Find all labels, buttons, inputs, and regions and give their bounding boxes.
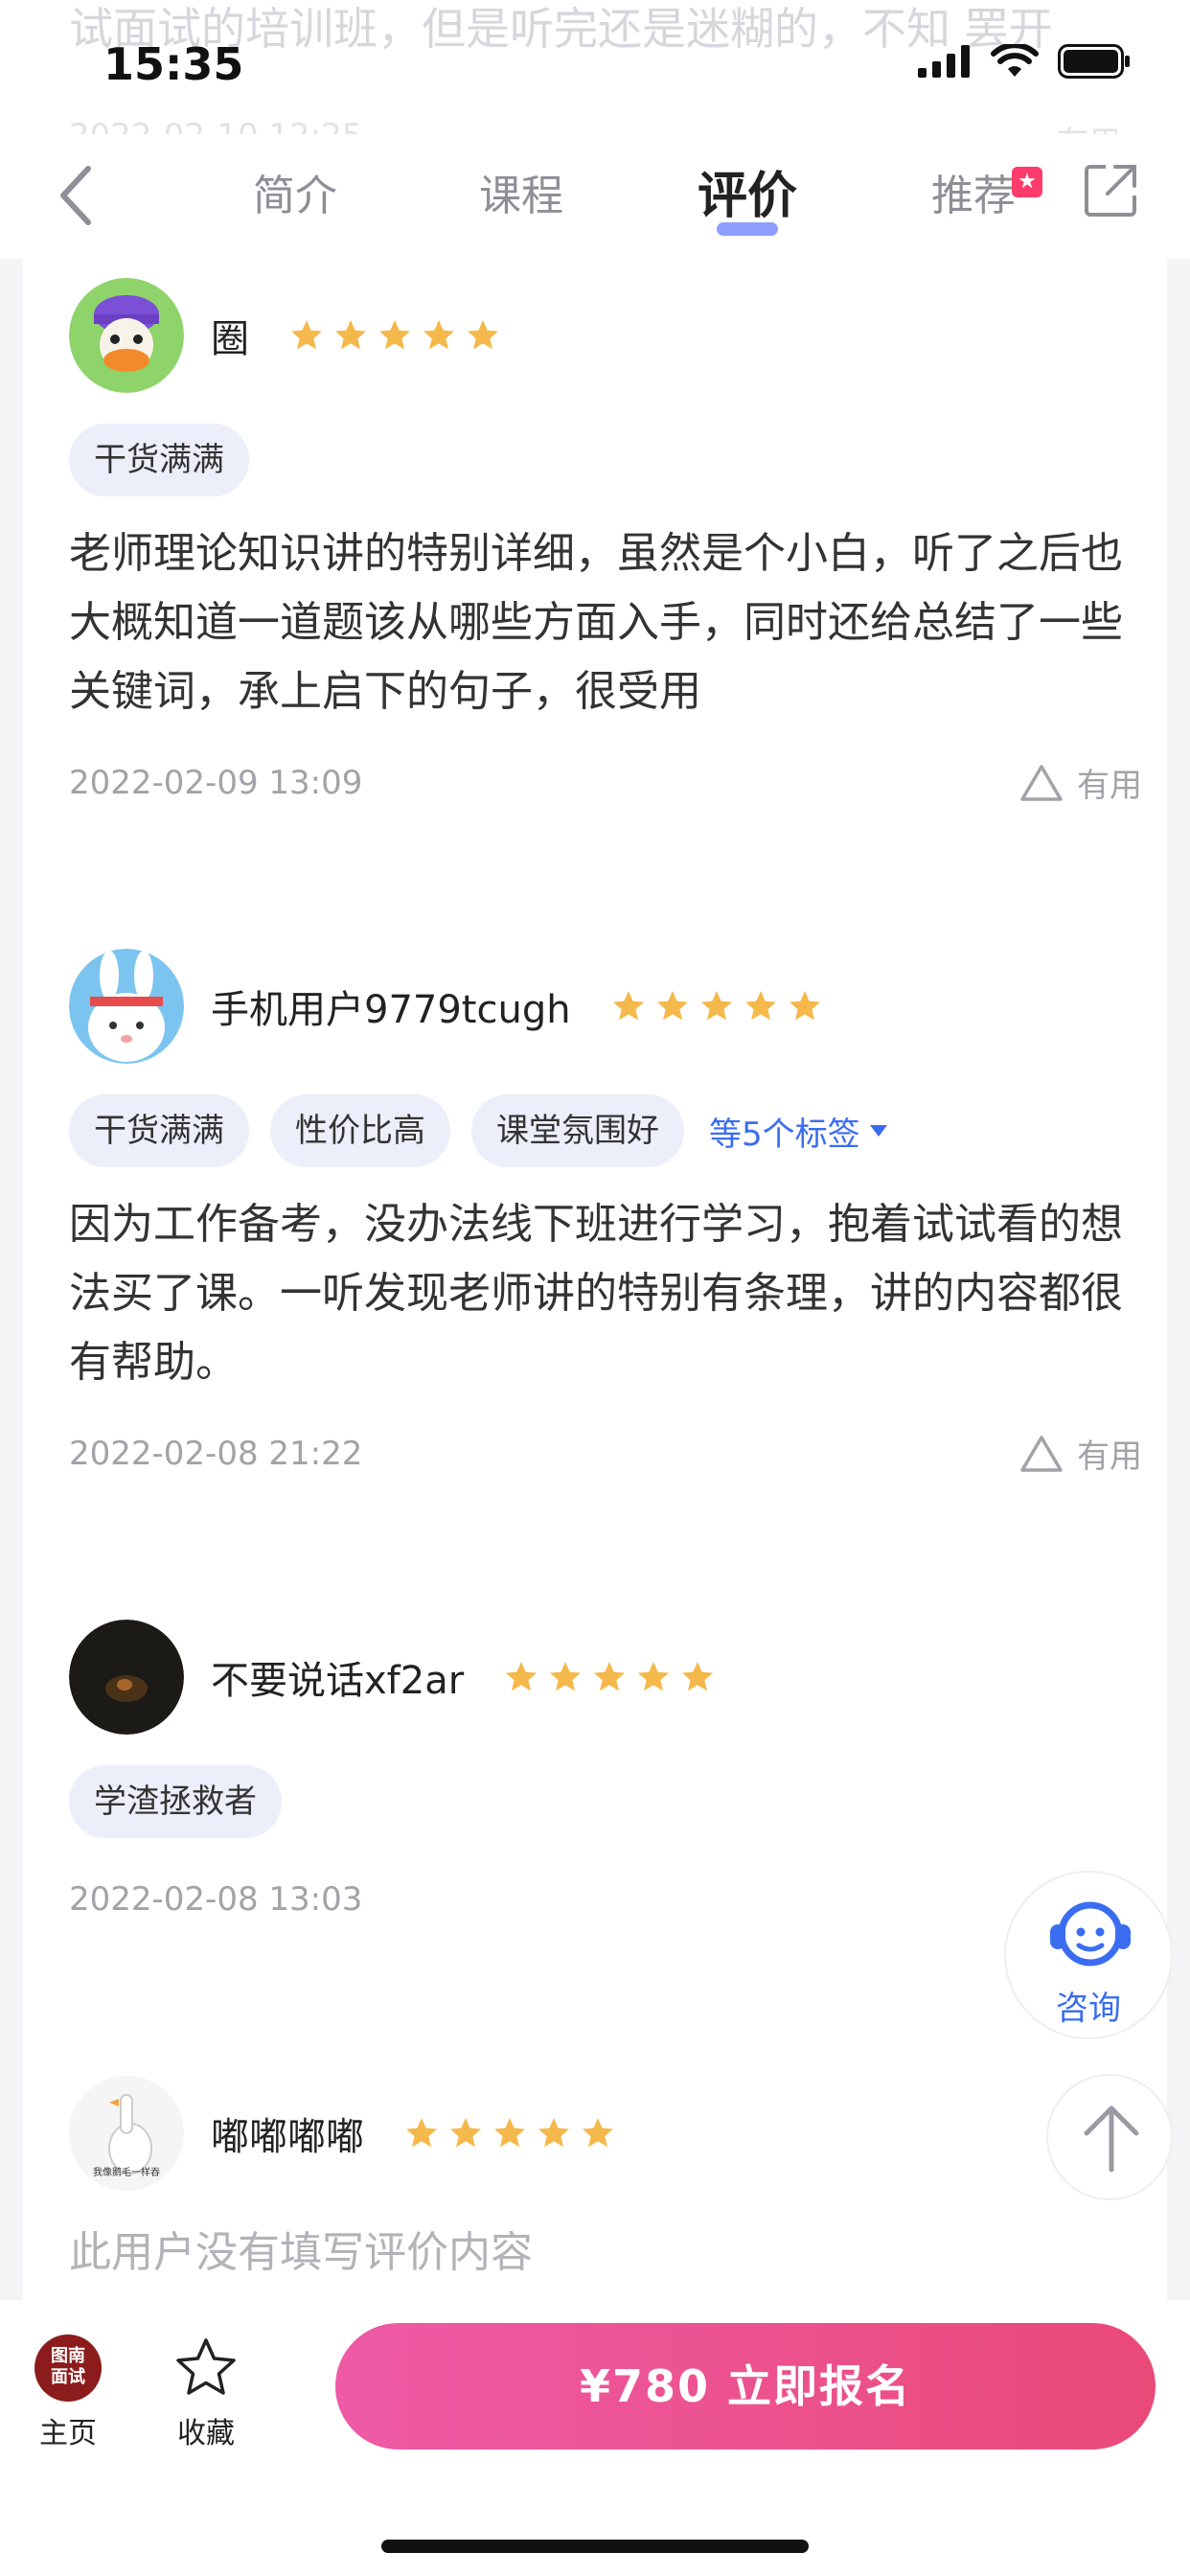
review-list[interactable]: 圈 干货满满 老师理论知识讲的特别详细，虽然是个小白，听了之后也大概知道一道题该… xyxy=(23,259,1167,2300)
useful-label: 有用 xyxy=(1077,1438,1142,1476)
clock: 15:35 xyxy=(103,38,244,90)
reviewer-name: 圈 xyxy=(211,317,249,361)
star-icon xyxy=(583,2118,613,2148)
battery-icon xyxy=(1058,44,1130,79)
star-icon xyxy=(789,991,820,1021)
share-icon[interactable] xyxy=(1081,161,1140,220)
rating-stars xyxy=(611,989,822,1024)
wifi-icon xyxy=(991,44,1039,77)
home-indicator xyxy=(381,2540,809,2553)
review-tag: 干货满满 xyxy=(69,424,249,496)
useful-button[interactable]: 有用 xyxy=(1019,759,1142,806)
star-icon xyxy=(335,320,366,350)
star-icon xyxy=(612,991,644,1021)
review-text: 老师理论知识讲的特别详细，虽然是个小白，听了之后也大概知道一道题该从哪些方面入手… xyxy=(69,529,1123,716)
more-tags-label: 等5个标签 xyxy=(709,1115,860,1154)
back-icon[interactable] xyxy=(50,161,102,230)
review-item: 手机用户9779tcugh 干货满满 性价比高 课堂氛围好 等5个标签 因为工作… xyxy=(69,949,1142,1477)
rating-stars xyxy=(404,2116,615,2150)
avatar[interactable] xyxy=(69,949,184,1064)
review-tags: 干货满满 xyxy=(69,424,1142,496)
useful-button[interactable]: 有用 xyxy=(1019,1430,1142,1477)
recommend-badge-icon: ★ xyxy=(1012,167,1042,197)
star-icon xyxy=(638,1662,670,1691)
review-tag: 性价比高 xyxy=(270,1094,450,1167)
tab-reviews[interactable]: 评价 xyxy=(634,163,860,236)
thumbs-up-triangle-icon xyxy=(1020,764,1063,801)
customer-service-icon xyxy=(1050,1901,1131,1966)
bottom-action-bar: 图南 面试 主页 收藏 ¥780 立即报名 xyxy=(0,2300,1190,2576)
course-nav-bar: 简介 课程 评价 推荐 ★ xyxy=(0,134,1190,259)
active-tab-indicator xyxy=(717,222,778,236)
arrow-up-icon xyxy=(1084,2105,1139,2173)
review-date: 2022-02-09 13:09 xyxy=(69,763,363,802)
scroll-top-button[interactable] xyxy=(1046,2074,1173,2200)
review-item: 圈 干货满满 老师理论知识讲的特别详细，虽然是个小白，听了之后也大概知道一道题该… xyxy=(69,278,1142,806)
reviewer-name: 不要说话xf2ar xyxy=(211,1659,465,1703)
tab-intro[interactable]: 简介 xyxy=(182,163,408,230)
star-icon xyxy=(450,2118,481,2148)
review-text: 因为工作备考，没办法线下班进行学习，抱着试试看的想法买了课。一听发现老师讲的特别… xyxy=(69,1200,1123,1387)
dark-photo-avatar-icon xyxy=(69,1620,184,1735)
useful-label: 有用 xyxy=(1077,767,1142,805)
review-tags: 学渣拯救者 xyxy=(69,1765,1142,1838)
star-icon xyxy=(550,1662,582,1691)
star-icon xyxy=(494,2118,525,2148)
review-tag: 学渣拯救者 xyxy=(69,1765,282,1838)
review-tag: 课堂氛围好 xyxy=(471,1094,684,1167)
star-icon xyxy=(682,1662,714,1691)
signal-icon xyxy=(918,45,970,78)
review-tag: 干货满满 xyxy=(69,1094,249,1167)
caret-down-icon xyxy=(869,1125,887,1137)
rating-stars xyxy=(289,318,500,353)
tab-recommend[interactable]: 推荐 ★ xyxy=(860,163,1087,230)
home-button[interactable]: 图南 面试 主页 xyxy=(15,2334,121,2451)
avatar[interactable] xyxy=(69,278,184,393)
reviewer-name: 手机用户9779tcugh xyxy=(211,988,571,1032)
thumbs-up-triangle-icon xyxy=(1020,1435,1063,1472)
consult-label: 咨询 xyxy=(1056,1990,1121,2028)
status-bar: 试面试的培训班，但是听完还是迷糊的，不知 罢开 2022-02-10 12:25… xyxy=(0,0,1190,163)
empty-review-text: 此用户没有填写评价内容 xyxy=(69,2228,533,2277)
star-icon xyxy=(506,1662,538,1691)
star-icon xyxy=(379,320,410,350)
home-label: 主页 xyxy=(39,2417,97,2450)
consult-button[interactable]: 咨询 xyxy=(1004,1871,1173,2039)
favorite-button[interactable]: 收藏 xyxy=(153,2334,259,2451)
review-tags: 干货满满 性价比高 课堂氛围好 等5个标签 xyxy=(69,1094,1142,1167)
review-item: 我像鹅毛一样吞 嘟嘟嘟嘟 此用户没有填写评价内容 xyxy=(69,2076,1142,2279)
more-tags-button[interactable]: 等5个标签 xyxy=(709,1108,889,1155)
favorite-label: 收藏 xyxy=(177,2417,235,2450)
review-date: 2022-02-08 13:03 xyxy=(69,1880,363,1919)
rating-stars xyxy=(504,1660,715,1694)
star-icon xyxy=(538,2118,569,2148)
system-icons xyxy=(918,44,1131,79)
enroll-button[interactable]: ¥780 立即报名 xyxy=(335,2323,1156,2450)
star-outline-icon xyxy=(176,2338,236,2395)
avatar-caption: 我像鹅毛一样吞 xyxy=(93,2168,160,2178)
star-icon xyxy=(423,320,454,350)
star-icon xyxy=(468,320,498,350)
rabbit-avatar-icon xyxy=(69,949,184,1064)
reviewer-name: 嘟嘟嘟嘟 xyxy=(211,2115,364,2159)
duck-avatar-icon xyxy=(69,278,184,393)
review-date: 2022-02-08 21:22 xyxy=(69,1434,363,1473)
star-icon xyxy=(291,320,322,350)
brand-logo: 图南 面试 xyxy=(34,2334,102,2402)
star-icon xyxy=(406,2118,437,2148)
tab-course[interactable]: 课程 xyxy=(408,163,634,230)
star-icon xyxy=(656,991,688,1021)
avatar[interactable]: 我像鹅毛一样吞 xyxy=(69,2076,184,2191)
star-icon xyxy=(744,991,776,1021)
star-icon xyxy=(594,1662,626,1691)
tab-bar: 简介 课程 评价 推荐 ★ xyxy=(182,163,1087,236)
star-icon xyxy=(700,991,732,1021)
review-item: 不要说话xf2ar 学渣拯救者 2022-02-08 13:03 xyxy=(69,1620,1142,1919)
avatar[interactable] xyxy=(69,1620,184,1735)
